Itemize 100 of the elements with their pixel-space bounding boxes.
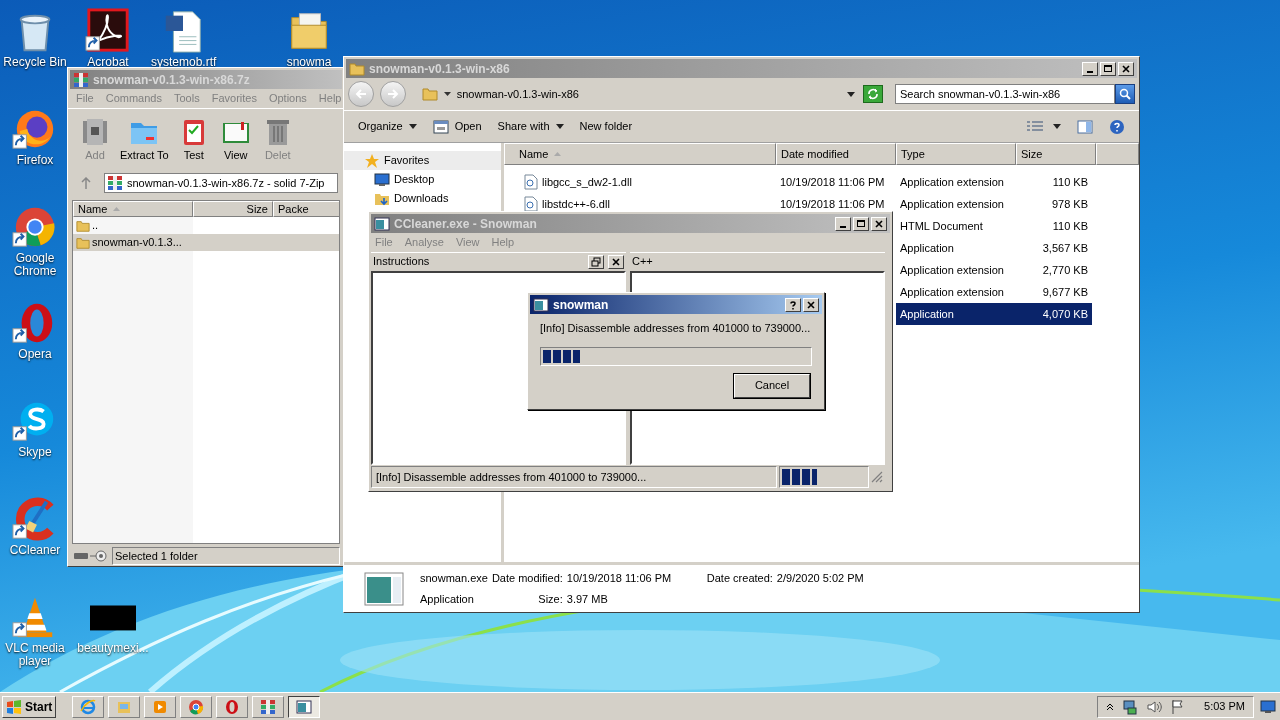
file-row[interactable]: Application extension 2,770 KB <box>896 259 1092 281</box>
browser-icon <box>80 698 97 715</box>
column-header[interactable]: Size <box>1016 143 1096 165</box>
file-size: 2,770 KB <box>1041 262 1089 278</box>
sort-arrow-icon <box>554 152 562 156</box>
window-title: CCleaner.exe - Snowman <box>394 215 538 233</box>
file-type: HTML Document <box>899 218 984 234</box>
file-row[interactable]: Application 3,567 KB <box>896 237 1092 259</box>
help-button[interactable] <box>785 297 801 312</box>
archive-icon <box>260 698 277 715</box>
file-name: snowman.exe <box>420 571 488 586</box>
desktop-icon-label[interactable]: systemob.rtf <box>151 56 215 69</box>
toolbar-button[interactable]: View <box>218 115 253 170</box>
toolbar-button[interactable]: Open <box>432 118 482 135</box>
media-player-icon <box>152 698 169 715</box>
desktop-icon-label[interactable]: Acrobat <box>87 56 129 69</box>
desktop-icon-label[interactable]: Opera <box>18 348 52 361</box>
file-row[interactable]: snowman-v0.1.3... <box>73 234 339 251</box>
search-button[interactable] <box>1115 84 1135 104</box>
chevron-icon <box>443 92 451 96</box>
column-header[interactable]: Name <box>504 143 776 165</box>
view-options-button[interactable] <box>1027 120 1061 133</box>
close-button[interactable] <box>608 254 624 269</box>
forward-arrow-icon <box>386 88 399 100</box>
column-header[interactable]: Date modified <box>776 143 896 165</box>
toolbar-button[interactable]: New folder <box>579 118 633 135</box>
column-header[interactable] <box>1096 143 1139 165</box>
close-button[interactable] <box>1118 61 1134 76</box>
clock: 5:03 PM <box>1204 699 1245 715</box>
nav-item[interactable]: Desktop <box>344 170 501 189</box>
file-row[interactable]: Application extension 9,677 KB <box>896 281 1092 303</box>
start-button[interactable]: Start <box>2 695 57 718</box>
file-name: libstdc++-6.dll <box>542 196 610 212</box>
file-name: libgcc_s_dw2-1.dll <box>542 174 632 190</box>
toolbar-button[interactable]: Extract To <box>120 115 169 170</box>
close-icon <box>874 218 884 229</box>
monitor-icon <box>374 171 390 188</box>
close-button[interactable] <box>803 297 819 312</box>
folder-icon <box>421 86 438 102</box>
file-row[interactable]: HTML Document 110 KB <box>896 215 1092 237</box>
preview-pane-icon <box>1077 118 1093 135</box>
search-field[interactable]: Search snowman-v0.1.3-win-x86 <box>895 84 1115 104</box>
nav-item[interactable]: Favorites <box>344 151 501 170</box>
archive-icon <box>107 175 123 191</box>
toolbar-button[interactable]: Organize <box>358 118 417 135</box>
taskbar-button[interactable] <box>288 695 321 718</box>
folder-icon <box>349 60 365 77</box>
column-header[interactable]: Name <box>73 201 193 217</box>
toolbar-button[interactable]: Share with <box>497 118 564 135</box>
file-row[interactable]: Application extension 978 KB <box>896 193 1092 215</box>
desktop-icon-label[interactable]: snowma <box>286 56 332 69</box>
help-icon <box>1109 118 1125 135</box>
application-icon <box>364 571 404 606</box>
file-type: Application extension <box>899 284 1005 300</box>
maximize-button[interactable] <box>1100 61 1116 76</box>
maximize-icon <box>1103 63 1113 74</box>
minimize-button[interactable] <box>1082 61 1098 76</box>
field-label: Date created: <box>706 571 773 586</box>
close-icon <box>611 256 621 267</box>
dropdown-icon <box>847 91 856 97</box>
file-size: 4,070 KB <box>1041 306 1089 322</box>
file-type: Application extension <box>899 196 1005 212</box>
nav-item[interactable]: Downloads <box>344 189 501 208</box>
path-field[interactable]: snowman-v0.1.3-win-x86.7z - solid 7-Zip <box>104 173 338 193</box>
file-row[interactable]: Application 4,070 KB <box>896 303 1092 325</box>
desktop-icon-label[interactable]: Firefox <box>16 154 54 167</box>
maximize-button[interactable] <box>853 216 869 231</box>
file-size: 978 KB <box>1050 196 1089 212</box>
help-icon <box>788 299 798 310</box>
field-value: 2/9/2020 5:02 PM <box>776 571 864 586</box>
file-size: 110 KB <box>1051 174 1089 190</box>
file-row[interactable]: .. <box>73 217 339 234</box>
column-header[interactable]: Packe <box>273 201 339 217</box>
up-arrow-icon <box>80 177 92 189</box>
desktop-icon-label[interactable]: Recycle Bin <box>3 56 67 69</box>
toolbar-button[interactable]: Test <box>176 115 211 170</box>
desktop-icon-label[interactable]: Google Chrome <box>3 252 67 278</box>
minimize-button[interactable] <box>835 216 851 231</box>
minimize-icon <box>1087 70 1093 73</box>
desktop-icon-label[interactable]: Skype <box>18 446 52 459</box>
application-icon <box>296 698 313 715</box>
preview-pane-button[interactable] <box>1077 118 1093 135</box>
file-size: 9,677 KB <box>1041 284 1089 300</box>
restore-button[interactable] <box>588 254 604 269</box>
field-label: Date modified: <box>491 571 563 586</box>
dropdown-icon <box>555 124 564 129</box>
close-button[interactable] <box>871 216 887 231</box>
refresh-button[interactable] <box>863 85 883 103</box>
cancel-button[interactable]: Cancel <box>734 373 810 398</box>
close-icon <box>806 299 816 310</box>
speaker-icon <box>1146 698 1163 715</box>
column-header[interactable]: Size <box>193 201 273 217</box>
folder-icon <box>76 235 90 250</box>
maximize-icon <box>856 218 866 229</box>
column-header[interactable]: Type <box>896 143 1016 165</box>
status-text: [Info] Disassemble addresses from 401000 to 739000... <box>371 466 777 488</box>
file-row[interactable]: Application extension 110 KB <box>896 171 1092 193</box>
window-icon <box>432 118 449 135</box>
resize-grip-icon <box>871 471 883 483</box>
application-icon <box>533 296 549 313</box>
